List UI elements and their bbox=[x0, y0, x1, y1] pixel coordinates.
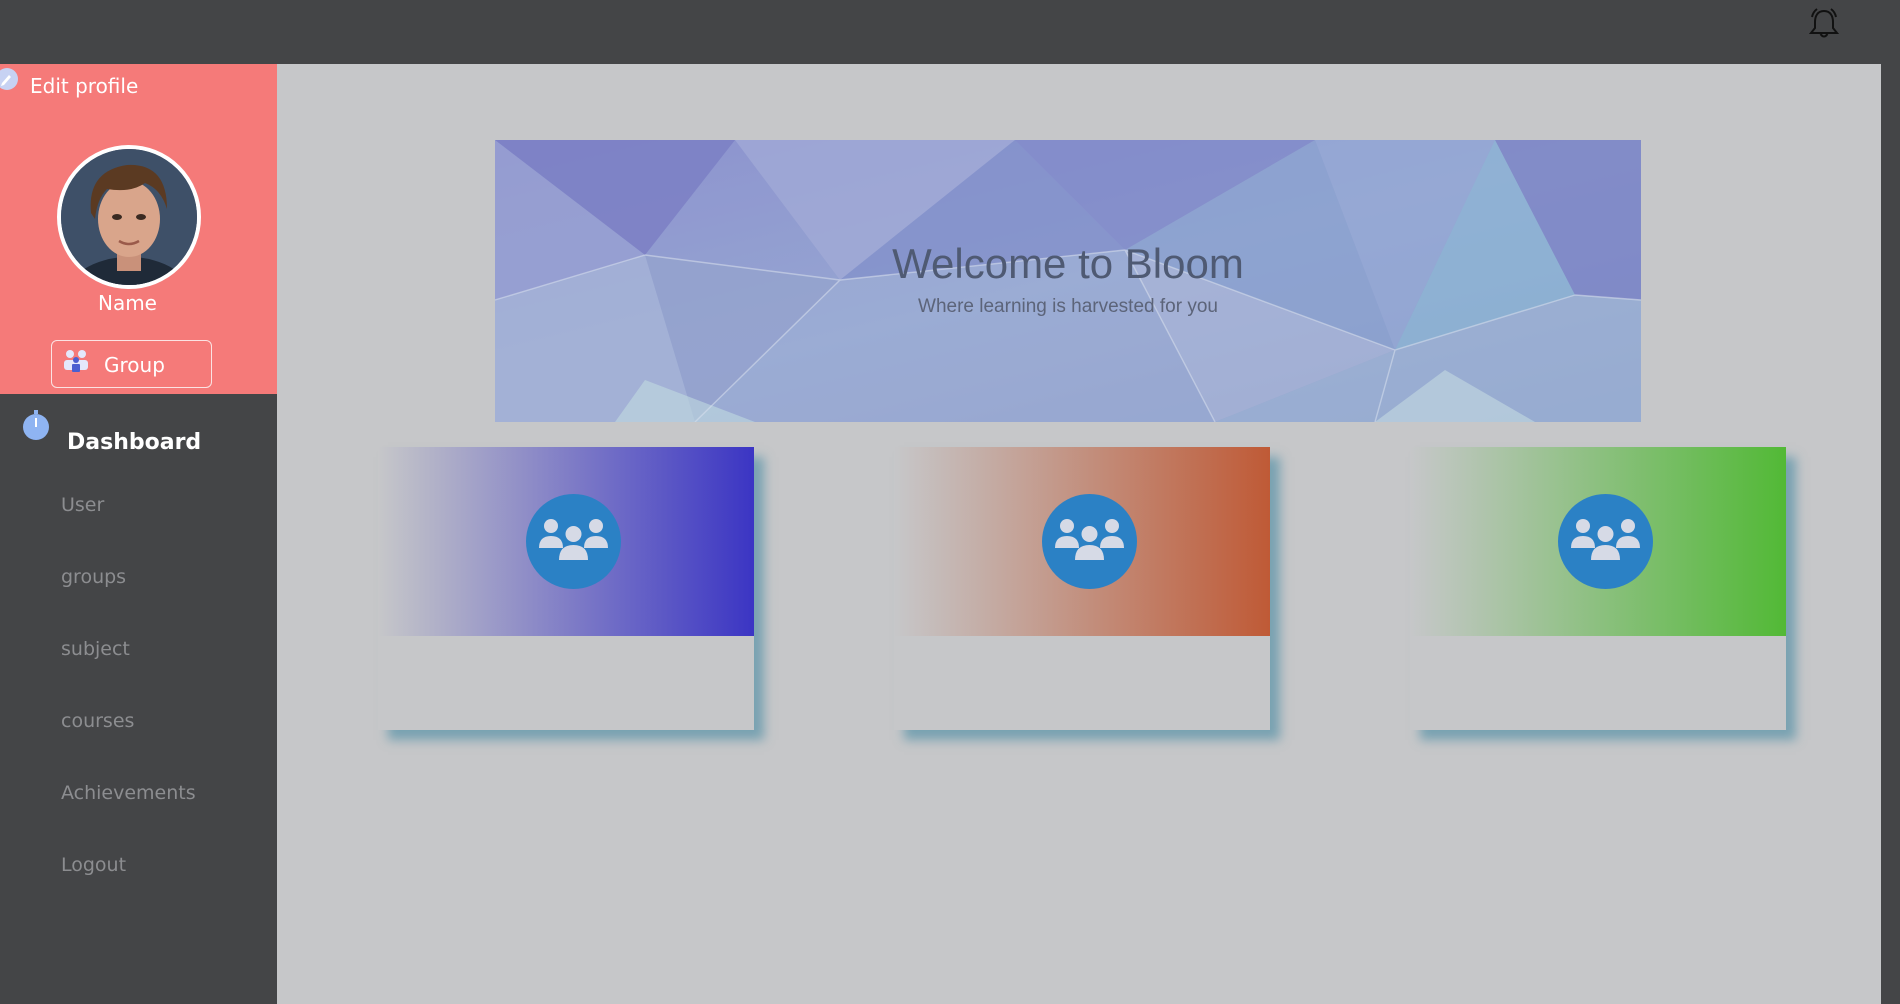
avatar bbox=[57, 145, 201, 289]
sidebar-item-courses[interactable]: courses bbox=[61, 710, 134, 732]
banner-title: Welcome to Bloom bbox=[892, 240, 1244, 287]
sidebar-item-logout[interactable]: Logout bbox=[61, 854, 126, 876]
group-button[interactable]: Group bbox=[51, 340, 212, 388]
sidebar-item-user[interactable]: User bbox=[61, 494, 104, 516]
sidebar-item-subject[interactable]: subject bbox=[61, 638, 130, 660]
group-card-3[interactable] bbox=[1410, 447, 1786, 730]
group-icon bbox=[62, 348, 90, 378]
sidebar-item-groups[interactable]: groups bbox=[61, 566, 126, 588]
pencil-icon[interactable] bbox=[0, 68, 18, 90]
main-content: Welcome to Bloom Where learning is harve… bbox=[277, 64, 1881, 1004]
sidebar-item-dashboard[interactable]: Dashboard bbox=[67, 430, 201, 455]
bell-icon[interactable] bbox=[1806, 6, 1842, 42]
group-icon bbox=[1558, 494, 1653, 589]
dashboard-timer-icon bbox=[21, 410, 51, 440]
sidebar: Edit profile Name Group Dashboard User g… bbox=[0, 64, 277, 1004]
right-edge-strip bbox=[1881, 64, 1900, 1004]
group-icon bbox=[526, 494, 621, 589]
sidebar-item-achievements[interactable]: Achievements bbox=[61, 782, 196, 804]
welcome-banner: Welcome to Bloom Where learning is harve… bbox=[495, 140, 1641, 422]
user-name: Name bbox=[97, 291, 157, 315]
group-card-2[interactable] bbox=[894, 447, 1270, 730]
edit-profile-link[interactable]: Edit profile bbox=[30, 74, 138, 98]
group-card-1[interactable] bbox=[378, 447, 754, 730]
group-button-label: Group bbox=[104, 353, 165, 377]
banner-subtitle: Where learning is harvested for you bbox=[918, 296, 1218, 317]
group-icon bbox=[1042, 494, 1137, 589]
top-bar bbox=[0, 0, 1900, 64]
profile-panel: Edit profile Name Group bbox=[0, 64, 277, 394]
